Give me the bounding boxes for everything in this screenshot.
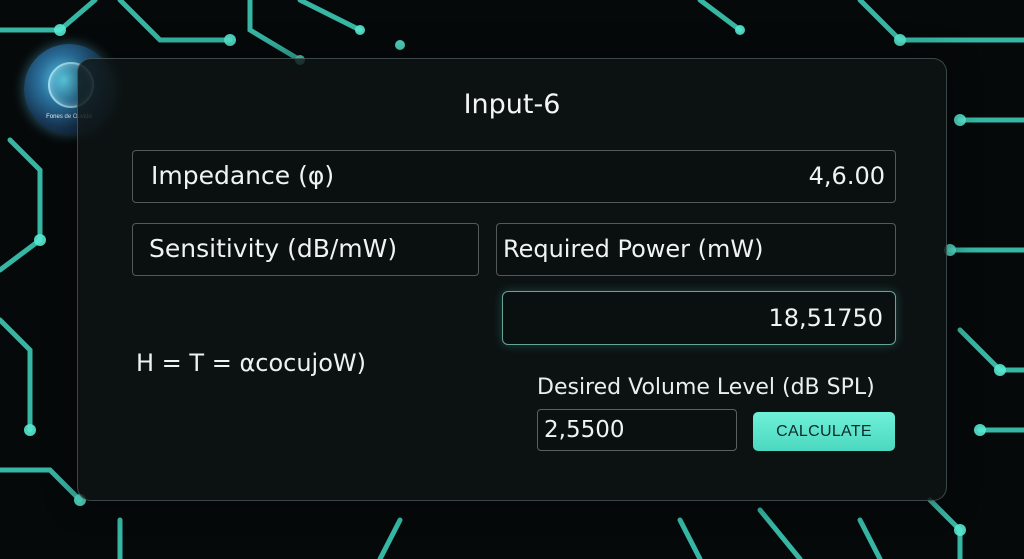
impedance-label: Impedance (φ) bbox=[151, 161, 335, 190]
required-power-label: Required Power (mW) bbox=[503, 235, 764, 263]
required-power-field[interactable]: Required Power (mW) bbox=[496, 223, 896, 276]
required-power-result: 18,51750 bbox=[502, 291, 896, 345]
sensitivity-label: Sensitivity (dB/mW) bbox=[149, 234, 398, 263]
impedance-field[interactable]: Impedance (φ) 4,6.00 bbox=[132, 150, 896, 203]
calculator-panel: Input-6 Impedance (φ) 4,6.00 Sensitivity… bbox=[77, 58, 947, 501]
formula-text: H = T = αcocujoW) bbox=[136, 349, 366, 377]
calculate-button[interactable]: CALCULATE bbox=[753, 412, 895, 451]
impedance-value: 4,6.00 bbox=[808, 162, 885, 190]
sensitivity-field[interactable]: Sensitivity (dB/mW) bbox=[132, 223, 479, 276]
desired-volume-label: Desired Volume Level (dB SPL) bbox=[537, 375, 875, 400]
desired-volume-input[interactable] bbox=[537, 409, 737, 451]
required-power-value: 18,51750 bbox=[768, 304, 883, 332]
window-title: Input-6 bbox=[463, 89, 561, 120]
